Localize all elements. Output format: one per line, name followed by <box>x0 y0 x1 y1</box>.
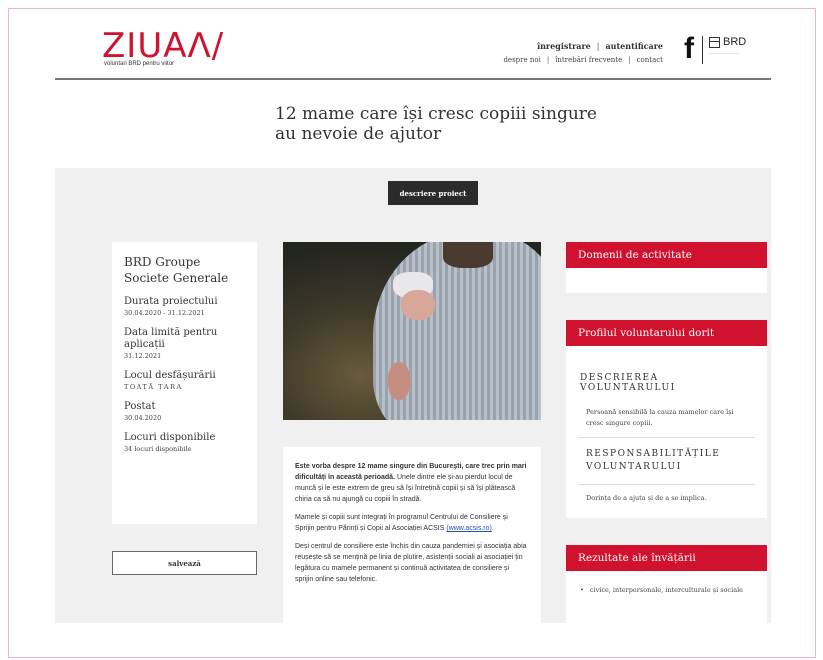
brd-logo-text: BRD <box>723 36 747 48</box>
description-paragraph-3: Deși centrul de consiliere este închis d… <box>295 543 527 583</box>
location-value: TOATĂ ȚARA <box>124 383 183 391</box>
responsibilities-text: Dorința de a ajuta și de a se implica. <box>586 494 707 502</box>
learning-outcome-item: • civice, interpersonale, interculturale… <box>566 585 767 596</box>
project-info-card: BRD Groupe Societe Generale Durata proie… <box>112 242 257 524</box>
auth-nav: înregistrare | autentificare <box>537 41 663 51</box>
about-link[interactable]: despre noi <box>503 56 540 64</box>
learning-outcomes-title: Rezultate ale învățării <box>566 545 767 571</box>
brd-logo-fineprint: — — — — — — — — <box>709 51 739 55</box>
organization-name: BRD Groupe Societe Generale <box>124 255 229 285</box>
site-header: ZIUAΛ/ voluntari BRD pentru viitor înreg… <box>55 20 771 80</box>
page-title: 12 mame care își cresc copiii singure au… <box>275 104 597 144</box>
register-link[interactable]: înregistrare <box>537 41 591 51</box>
main-nav: despre noi | întrebări frecvente | contact <box>503 56 663 64</box>
location-label: Locul desfășurării <box>124 370 216 381</box>
photo-hand <box>401 290 435 320</box>
brd-logo[interactable]: BRD — — — — — — — — <box>702 36 771 64</box>
description-period: . <box>491 525 494 532</box>
ziua-logo[interactable]: ZIUAΛ/ voluntari BRD pentru viitor <box>102 26 225 67</box>
domains-title: Domenii de activitate <box>566 242 767 268</box>
login-link[interactable]: autentificare <box>605 41 663 51</box>
learning-outcome-text: civice, interpersonale, interculturale ș… <box>589 586 744 594</box>
responsibilities-heading: RESPONSABILITĂȚILE VOLUNTARULUI <box>586 449 721 472</box>
slots-label: Locuri disponibile <box>124 432 216 443</box>
volunteer-description-heading: DESCRIEREA VOLUNTARULUI <box>580 373 676 393</box>
deadline-label: Data limită pentru aplicații <box>124 327 218 350</box>
acsis-link[interactable]: (www.acsis.ro) <box>446 525 492 532</box>
bullet-icon: • <box>580 586 584 594</box>
contact-link[interactable]: contact <box>637 56 663 64</box>
volunteer-profile-title: Profilul voluntarului dorit <box>566 320 767 346</box>
domains-box: Domenii de activitate <box>566 242 767 293</box>
description-paragraph-1: Este vorba despre 12 mame singure din Bu… <box>295 461 529 505</box>
posted-value: 30.04.2020 <box>124 414 162 422</box>
save-button[interactable]: salvează <box>112 551 257 575</box>
brd-square-icon <box>709 36 720 48</box>
learning-outcomes-box: Rezultate ale învățării • civice, interp… <box>566 545 767 623</box>
logo-wordmark: ZIUAΛ/ <box>102 26 225 66</box>
posted-label: Postat <box>124 401 156 412</box>
volunteer-profile-box: Profilul voluntarului dorit DESCRIEREA V… <box>566 320 767 518</box>
photo-hand-lower <box>388 362 410 400</box>
duration-value: 30.04.2020 - 31.12.2021 <box>124 309 205 317</box>
deadline-value: 31.12.2021 <box>124 352 162 360</box>
divider <box>578 484 755 485</box>
slots-value: 34 locuri disponibile <box>124 445 192 453</box>
photo-hair <box>443 242 493 268</box>
divider <box>578 437 755 438</box>
project-photo <box>283 242 541 420</box>
facebook-icon[interactable]: f <box>684 34 694 64</box>
volunteer-description-text: Persoană sensibilă la cauza mamelor care… <box>586 408 734 427</box>
duration-label: Durata proiectului <box>124 296 218 307</box>
project-description: Este vorba despre 12 mame singure din Bu… <box>283 447 541 623</box>
faq-link[interactable]: întrebări frecvente <box>555 56 622 64</box>
description-paragraph-2: Mamele și copiii sunt integrați în progr… <box>295 512 529 534</box>
project-description-tab[interactable]: descriere proiect <box>388 181 478 205</box>
